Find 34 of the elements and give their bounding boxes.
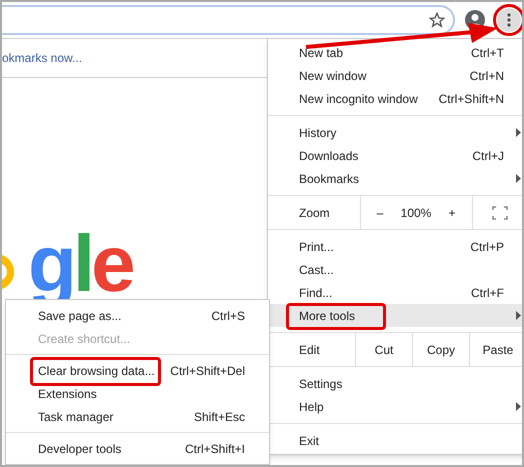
star-icon[interactable] (429, 12, 445, 28)
menu-item[interactable]: New window Ctrl+N (268, 64, 522, 87)
submenu-item[interactable]: Clear browsing data... Ctrl+Shift+Del (6, 359, 269, 382)
menu-item[interactable]: History (268, 121, 522, 144)
submenu-arrow-icon (516, 311, 521, 320)
edit-action-button[interactable]: Cut (355, 333, 412, 366)
menu-item[interactable]: More tools (268, 304, 522, 327)
menu-item[interactable]: Bookmarks (268, 167, 522, 190)
submenu-item[interactable]: Developer tools Ctrl+Shift+I (6, 437, 269, 460)
zoom-label: Zoom (298, 204, 331, 222)
menu-item[interactable]: Cast... (268, 258, 522, 281)
zoom-out-button[interactable]: – (361, 204, 399, 222)
submenu-arrow-icon (516, 174, 521, 183)
submenu-item[interactable]: Extensions (6, 382, 269, 405)
submenu-arrow-icon (516, 128, 521, 137)
menu-item[interactable]: Find... Ctrl+F (268, 281, 522, 304)
edit-label: Edit (298, 342, 321, 358)
menu-button[interactable] (497, 8, 521, 32)
zoom-in-button[interactable]: + (433, 204, 471, 222)
menu-item[interactable]: Help (268, 395, 522, 418)
submenu-item[interactable]: Task manager Shift+Esc (6, 405, 269, 428)
menu-item[interactable]: New tab Ctrl+T (268, 41, 522, 64)
menu-item[interactable]: New incognito window Ctrl+Shift+N (268, 87, 522, 110)
menu-item[interactable]: Exit (268, 429, 522, 452)
menu-item[interactable]: Settings (268, 372, 522, 395)
bookmarks-link[interactable]: okmarks now... (2, 49, 82, 67)
menu-item[interactable]: Downloads Ctrl+J (268, 144, 522, 167)
menu-item[interactable]: Print... Ctrl+P (268, 235, 522, 258)
edit-action-button[interactable]: Copy (412, 333, 469, 366)
edit-action-button[interactable]: Paste (469, 333, 522, 366)
zoom-level: 100% (400, 204, 432, 222)
more-icon (507, 13, 511, 27)
fullscreen-icon[interactable] (492, 206, 508, 220)
submenu-arrow-icon (516, 402, 521, 411)
